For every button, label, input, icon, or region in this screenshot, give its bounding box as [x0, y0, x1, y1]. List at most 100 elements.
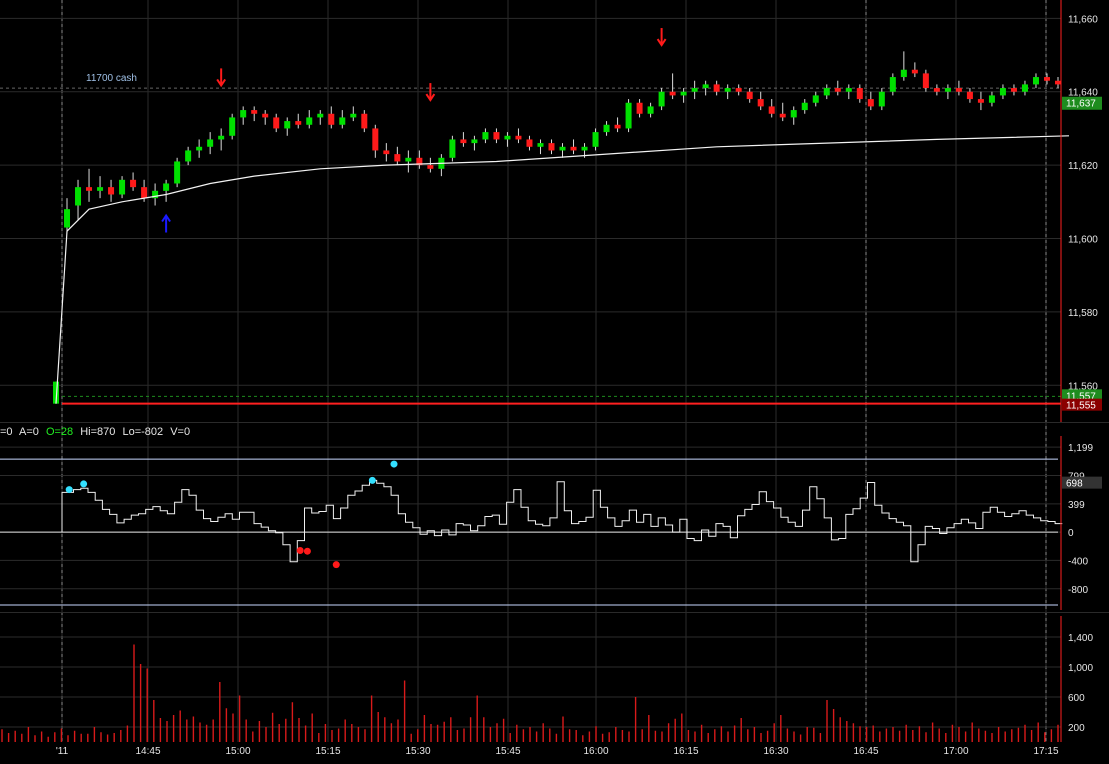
candle-body[interactable]: [592, 132, 599, 147]
candle-body[interactable]: [295, 121, 302, 125]
indicator-marker: [65, 486, 73, 494]
candle-body[interactable]: [196, 146, 203, 151]
indicator-marker: [80, 480, 88, 488]
candle-body[interactable]: [1021, 84, 1028, 92]
candle-body[interactable]: [350, 113, 357, 118]
candle-body[interactable]: [911, 69, 918, 74]
candle-body[interactable]: [240, 110, 247, 118]
candle-body[interactable]: [306, 117, 313, 125]
candle-body[interactable]: [834, 88, 841, 92]
candle-body[interactable]: [273, 117, 280, 129]
candle-body[interactable]: [570, 146, 577, 151]
candle-body[interactable]: [702, 84, 709, 89]
status-v: V=0: [170, 426, 190, 438]
indicator-marker: [296, 547, 304, 554]
candle-body[interactable]: [339, 117, 346, 125]
candle-body[interactable]: [75, 187, 82, 206]
candle-body[interactable]: [482, 132, 489, 140]
candle-body[interactable]: [779, 113, 786, 118]
candle-body[interactable]: [64, 209, 71, 228]
candle-body[interactable]: [647, 106, 654, 114]
candle-body[interactable]: [394, 154, 401, 162]
candle-body[interactable]: [504, 135, 511, 140]
candle-body[interactable]: [768, 106, 775, 114]
candle-body[interactable]: [922, 73, 929, 89]
candle-body[interactable]: [372, 128, 379, 151]
candle-body[interactable]: [812, 95, 819, 103]
candle-body[interactable]: [251, 110, 258, 114]
candle-body[interactable]: [746, 91, 753, 100]
candle-body[interactable]: [856, 88, 863, 100]
candle-body[interactable]: [460, 139, 467, 144]
candle-body[interactable]: [548, 143, 555, 151]
candle-body[interactable]: [383, 150, 390, 155]
candle-body[interactable]: [515, 135, 522, 140]
candle-body[interactable]: [1055, 80, 1061, 85]
candle-body[interactable]: [537, 143, 544, 147]
candle-body[interactable]: [174, 161, 181, 184]
candle-body[interactable]: [86, 187, 93, 191]
candle-body[interactable]: [163, 183, 170, 191]
candle-body[interactable]: [328, 113, 335, 125]
candle-body[interactable]: [669, 91, 676, 96]
candle-body[interactable]: [427, 165, 434, 169]
candle-body[interactable]: [471, 139, 478, 144]
candle-body[interactable]: [1010, 88, 1017, 92]
indicator-marker: [368, 476, 376, 484]
candle-body[interactable]: [944, 88, 951, 92]
candle-body[interactable]: [988, 95, 995, 103]
candle-body[interactable]: [130, 179, 137, 188]
candle-body[interactable]: [449, 139, 456, 158]
candle-body[interactable]: [559, 146, 566, 151]
time-tick-label: 15:45: [495, 746, 520, 757]
candle-body[interactable]: [361, 113, 368, 129]
candle-body[interactable]: [889, 77, 896, 92]
candle-body[interactable]: [207, 139, 214, 147]
candle-body[interactable]: [757, 99, 764, 107]
candle-body[interactable]: [108, 187, 115, 195]
candle-body[interactable]: [603, 124, 610, 133]
indicator-panel[interactable]: [0, 458, 1063, 606]
candle-body[interactable]: [317, 113, 324, 118]
price-panel[interactable]: [0, 28, 1070, 405]
candle-body[interactable]: [900, 69, 907, 78]
status-o: O=28: [46, 426, 73, 438]
candle-body[interactable]: [977, 99, 984, 103]
candle-body[interactable]: [141, 187, 148, 199]
candle-body[interactable]: [1043, 77, 1050, 81]
candle-body[interactable]: [97, 187, 104, 191]
candle-body[interactable]: [867, 99, 874, 107]
candle-body[interactable]: [713, 84, 720, 92]
candle-body[interactable]: [581, 146, 588, 151]
candle-body[interactable]: [405, 157, 412, 162]
candle-body[interactable]: [185, 150, 192, 162]
candle-body[interactable]: [801, 102, 808, 111]
candle-body[interactable]: [636, 102, 643, 114]
candle-body[interactable]: [229, 117, 236, 136]
trading-chart[interactable]: '11 14:45 15:00 15:15 15:30 15:45 16:00 16:15 16…: [0, 0, 1109, 764]
candle-body[interactable]: [955, 88, 962, 92]
time-tick-label: 15:15: [315, 746, 340, 757]
candle-body[interactable]: [680, 91, 687, 96]
candle-body[interactable]: [966, 91, 973, 100]
candle-body[interactable]: [218, 135, 225, 140]
candle-body[interactable]: [625, 102, 632, 129]
candle-body[interactable]: [999, 88, 1006, 96]
candle-body[interactable]: [691, 88, 698, 92]
candle-body[interactable]: [878, 91, 885, 107]
candle-body[interactable]: [284, 121, 291, 129]
candle-body[interactable]: [658, 91, 665, 107]
candle-body[interactable]: [119, 179, 126, 195]
candle-body[interactable]: [790, 110, 797, 118]
candle-body[interactable]: [526, 139, 533, 147]
candle-body[interactable]: [845, 88, 852, 92]
candle-body[interactable]: [724, 88, 731, 92]
candle-body[interactable]: [823, 88, 830, 96]
candle-body[interactable]: [1032, 77, 1039, 85]
time-tick-label: 15:30: [405, 746, 430, 757]
candle-body[interactable]: [614, 124, 621, 129]
candle-body[interactable]: [933, 88, 940, 92]
candle-body[interactable]: [262, 113, 269, 118]
candle-body[interactable]: [493, 132, 500, 140]
candle-body[interactable]: [735, 88, 742, 92]
